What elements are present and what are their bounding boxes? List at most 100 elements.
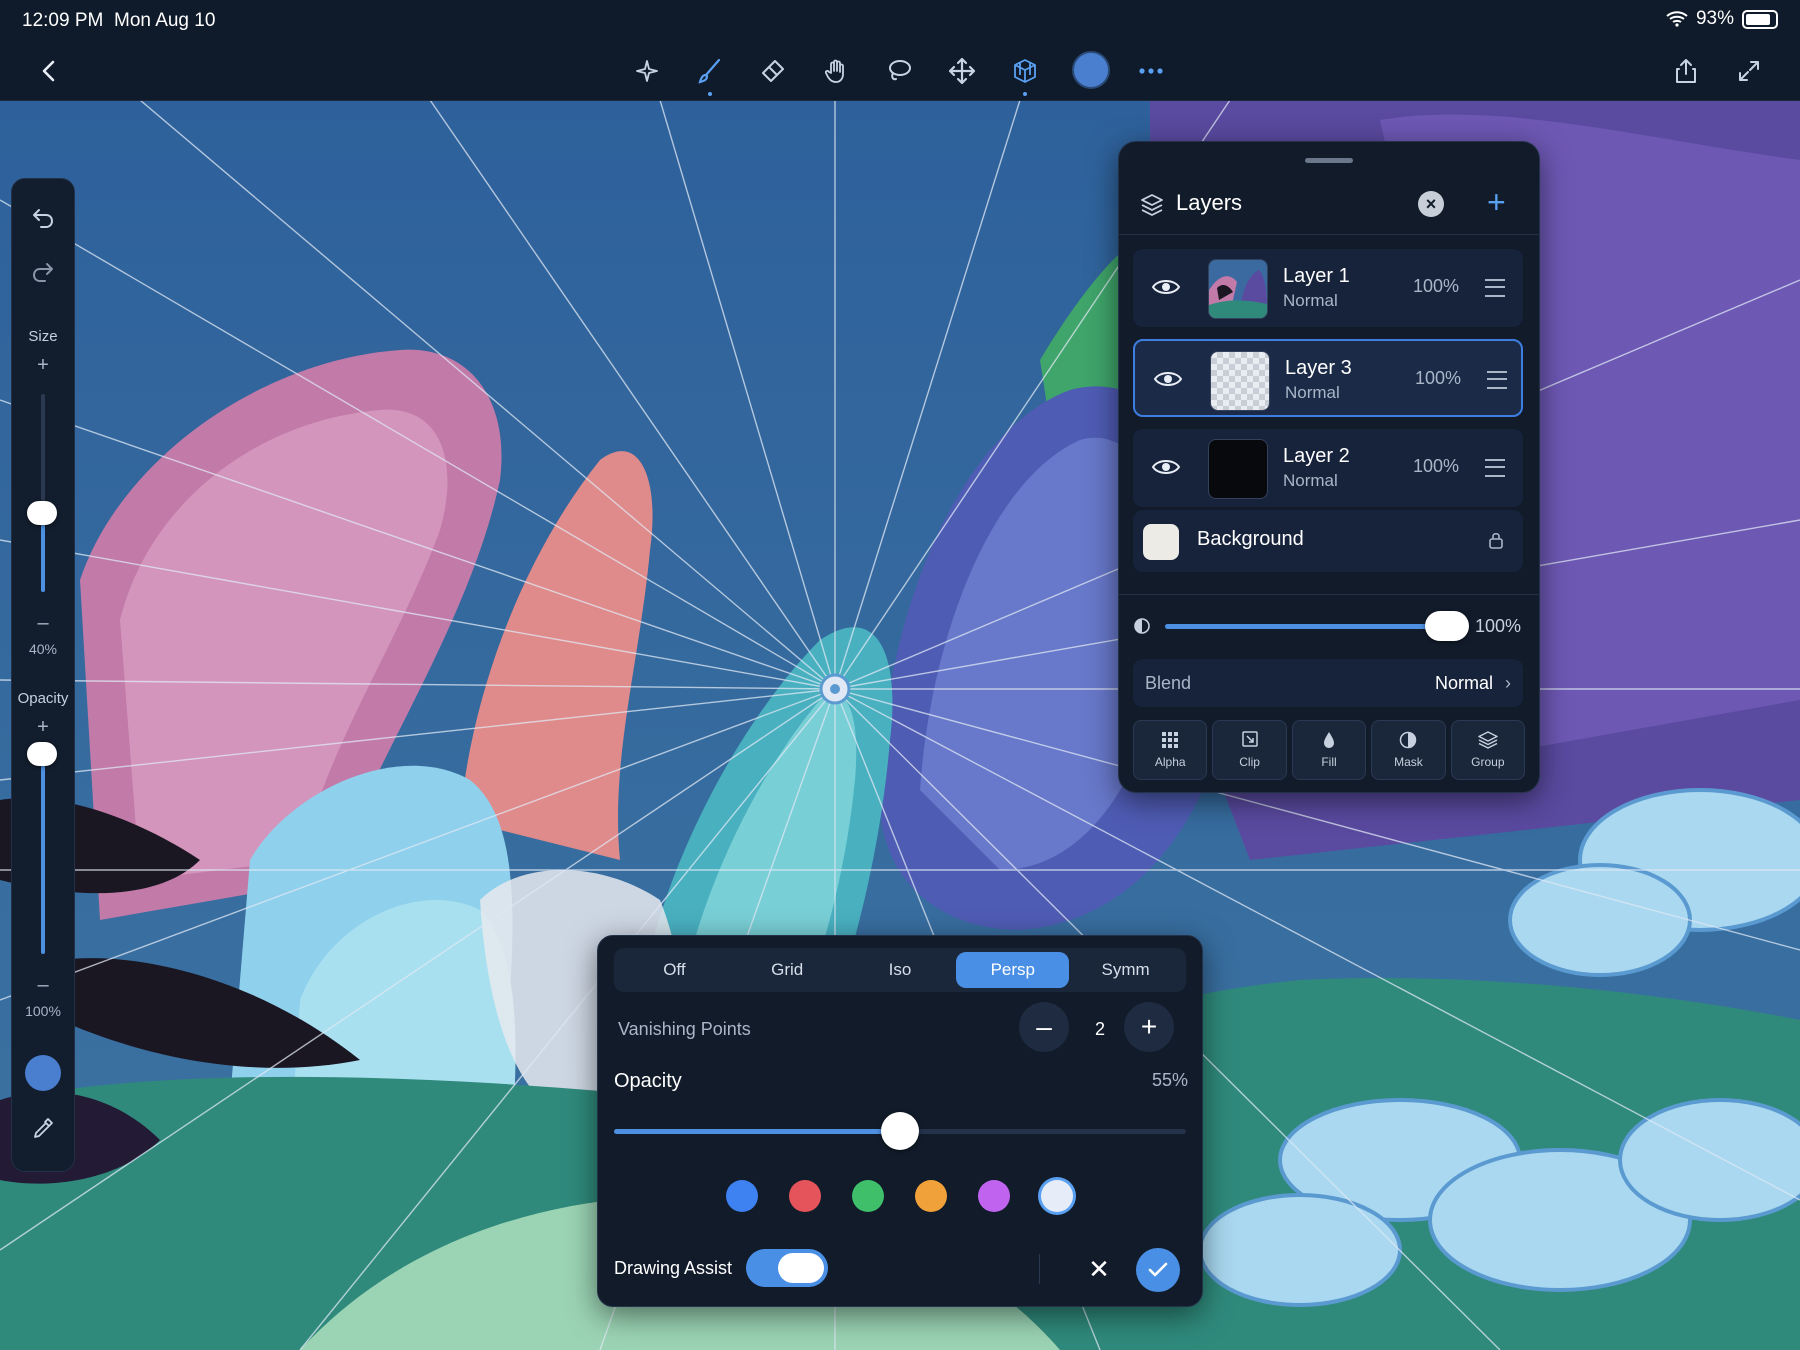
opacity-label: Opacity <box>17 690 69 707</box>
clip-button[interactable]: Clip <box>1212 720 1287 780</box>
opacity-increase-icon[interactable]: + <box>12 717 74 737</box>
wifi-icon <box>1666 11 1688 27</box>
layer-blend: Normal <box>1285 383 1340 402</box>
swatch-red[interactable] <box>789 1180 821 1212</box>
guide-opacity-value: 55% <box>1151 1070 1188 1090</box>
blend-mode-row[interactable]: Blend Normal › <box>1133 659 1523 707</box>
panel-grabber[interactable] <box>1305 158 1353 163</box>
size-label: Size <box>28 328 58 345</box>
lasso-icon <box>889 60 911 81</box>
drawing-assist-toggle[interactable] <box>746 1249 828 1287</box>
opacity-value: 100% <box>25 1003 61 1019</box>
add-layer-button[interactable]: + <box>1487 186 1506 218</box>
reorder-handle-icon[interactable] <box>1487 371 1507 389</box>
layer-actions: Alpha Clip Fill Mask Group <box>1133 720 1526 780</box>
battery-percent: 93% <box>1695 8 1734 29</box>
layer-blend: Normal <box>1283 471 1338 490</box>
layer-opacity-track[interactable] <box>1165 624 1455 629</box>
cancel-button[interactable]: ✕ <box>1079 1249 1119 1289</box>
divider <box>1119 594 1539 595</box>
checkmark-icon <box>1148 1262 1168 1277</box>
opacity-decrease-icon[interactable]: – <box>12 975 74 995</box>
increase-vanishing-points-button[interactable]: + <box>1124 1002 1174 1052</box>
size-decrease-icon[interactable]: – <box>12 613 74 633</box>
opacity-slider-fill <box>41 754 45 954</box>
swatch-blue[interactable] <box>726 1180 758 1212</box>
layer-row[interactable]: Layer 1 Normal 100% <box>1133 249 1523 327</box>
mode-grid-tab[interactable]: Grid <box>731 952 844 988</box>
action-label: Clip <box>1239 755 1260 769</box>
drawing-assist-label: Drawing Assist <box>614 1258 733 1278</box>
guide-opacity-thumb[interactable] <box>881 1112 919 1150</box>
alpha-lock-button[interactable]: Alpha <box>1133 720 1208 780</box>
vanishing-points-value: 2 <box>1094 1019 1105 1039</box>
undo-button[interactable] <box>30 205 56 231</box>
share-button[interactable] <box>1667 52 1705 90</box>
drawing-guide-tool-button[interactable] <box>1006 52 1044 96</box>
layer-opacity-thumb[interactable] <box>1425 611 1469 641</box>
sidebar-color-button[interactable] <box>25 1055 61 1091</box>
vanishing-points-label: Vanishing Points <box>618 1019 751 1039</box>
mode-persp-tab[interactable]: Persp <box>956 952 1070 988</box>
guide-color-swatches <box>726 1180 1073 1212</box>
layers-icon <box>1141 194 1163 216</box>
mask-button[interactable]: Mask <box>1371 720 1446 780</box>
swatch-orange[interactable] <box>915 1180 947 1212</box>
swatch-green[interactable] <box>852 1180 884 1212</box>
layer-name: Layer 3 <box>1285 357 1352 379</box>
action-label: Group <box>1471 755 1505 769</box>
layer-opacity: 100% <box>1413 456 1460 476</box>
layer-thumbnail <box>1208 259 1268 319</box>
layer-thumbnail-transparent <box>1210 351 1270 411</box>
opacity-slider-thumb[interactable] <box>27 742 57 766</box>
group-button[interactable]: Group <box>1450 720 1526 780</box>
eye-icon[interactable] <box>1151 275 1181 299</box>
opacity-slider-track[interactable] <box>41 754 45 954</box>
move-icon <box>948 57 976 85</box>
mode-symm-tab[interactable]: Symm <box>1069 952 1182 988</box>
eye-icon[interactable] <box>1151 455 1181 479</box>
confirm-button[interactable] <box>1136 1248 1180 1292</box>
eyedropper-button[interactable] <box>30 1115 56 1141</box>
close-icon: × <box>1425 193 1437 214</box>
active-indicator <box>708 92 712 96</box>
layer-row-selected[interactable]: Layer 3 Normal 100% <box>1133 339 1523 417</box>
expand-icon <box>1739 61 1759 81</box>
smudge-tool-button[interactable] <box>817 52 855 90</box>
lasso-tool-button[interactable] <box>880 52 918 90</box>
reorder-handle-icon[interactable] <box>1485 279 1505 297</box>
redo-button[interactable] <box>30 259 56 285</box>
sparkle-tool-button[interactable] <box>628 52 666 90</box>
background-layer-row[interactable]: Background <box>1133 510 1523 572</box>
mode-off-tab[interactable]: Off <box>618 952 731 988</box>
size-slider-track[interactable] <box>41 394 45 592</box>
mode-iso-tab[interactable]: Iso <box>844 952 957 988</box>
move-tool-button[interactable] <box>943 52 981 90</box>
eye-icon[interactable] <box>1153 367 1183 391</box>
swatch-purple[interactable] <box>978 1180 1010 1212</box>
size-slider-thumb[interactable] <box>27 500 57 525</box>
fill-button[interactable]: Fill <box>1291 720 1367 780</box>
plus-icon: + <box>1140 1011 1158 1042</box>
size-increase-icon[interactable]: + <box>12 355 74 375</box>
drop-icon <box>1324 732 1335 748</box>
current-color-button[interactable] <box>1072 51 1110 89</box>
more-button[interactable] <box>1132 52 1170 90</box>
eyedropper-icon <box>34 1118 53 1138</box>
decrease-vanishing-points-button[interactable]: – <box>1019 1002 1069 1052</box>
fullscreen-button[interactable] <box>1730 52 1768 90</box>
brush-tool-button[interactable] <box>691 52 729 96</box>
close-icon: ✕ <box>1088 1253 1110 1284</box>
swatch-white[interactable] <box>1041 1180 1073 1212</box>
top-toolbar <box>0 42 1800 101</box>
layer-row[interactable]: Layer 2 Normal 100% <box>1133 429 1523 507</box>
stack-icon <box>1478 731 1498 749</box>
close-layers-button[interactable]: × <box>1418 191 1444 217</box>
reorder-handle-icon[interactable] <box>1485 459 1505 477</box>
back-button[interactable] <box>30 52 68 90</box>
eraser-tool-button[interactable] <box>754 52 792 90</box>
more-icon <box>1139 68 1163 74</box>
layer-opacity: 100% <box>1415 368 1462 388</box>
status-indicators: 93% <box>1666 8 1778 30</box>
background-color-swatch[interactable] <box>1143 524 1179 560</box>
